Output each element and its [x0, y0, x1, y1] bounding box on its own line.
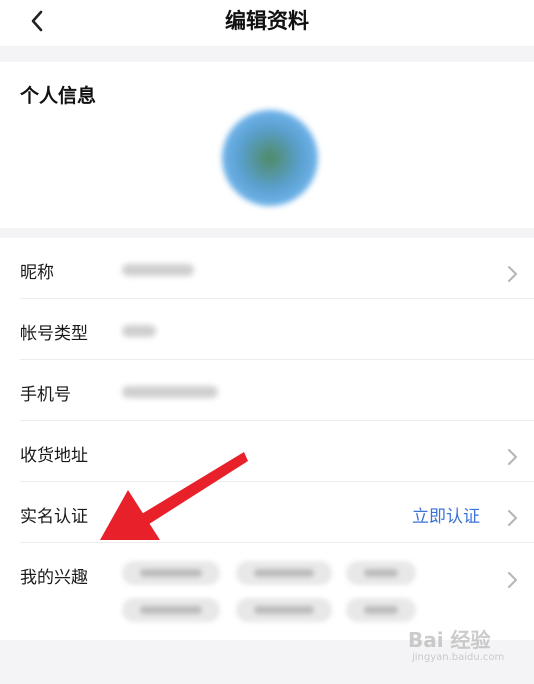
interest-tag	[236, 561, 332, 585]
row-label: 收货地址	[20, 446, 88, 466]
watermark-sub-text: jingyan.baidu.com	[412, 652, 505, 663]
nickname-row[interactable]: 昵称	[0, 238, 534, 299]
top-bar: 编辑资料	[0, 0, 534, 46]
phone-row: 手机号	[0, 360, 534, 421]
info-list: 昵称 帐号类型 手机号 收货地址 实名认证 立即认证 我的兴趣	[0, 238, 534, 640]
chevron-right-icon	[508, 572, 517, 588]
baidu-jingyan-watermark: Bai 经验 jingyan.baidu.com	[408, 624, 518, 670]
row-label: 我的兴趣	[20, 568, 88, 588]
account-type-row: 帐号类型	[0, 299, 534, 360]
interest-tag	[122, 561, 220, 585]
real-name-verification-row[interactable]: 实名认证 立即认证	[0, 482, 534, 543]
watermark-main-text: Bai 经验	[408, 628, 491, 652]
interest-tag	[346, 561, 416, 585]
row-label: 昵称	[20, 263, 54, 283]
avatar[interactable]	[222, 110, 318, 206]
chevron-right-icon	[508, 510, 517, 526]
personal-info-section: 个人信息	[0, 62, 534, 228]
page-title: 编辑资料	[225, 9, 309, 33]
chevron-right-icon	[508, 266, 517, 282]
phone-value-blurred	[122, 386, 218, 398]
row-label: 帐号类型	[20, 324, 88, 344]
row-label: 实名认证	[20, 507, 88, 527]
shipping-address-row[interactable]: 收货地址	[0, 421, 534, 482]
account-type-value-blurred	[122, 325, 156, 337]
interest-tag	[346, 598, 416, 622]
verify-now-link[interactable]: 立即认证	[412, 502, 480, 527]
interest-tag	[236, 598, 332, 622]
section-title: 个人信息	[20, 85, 97, 107]
chevron-right-icon	[508, 449, 517, 465]
interest-tag	[122, 598, 220, 622]
row-label: 手机号	[20, 385, 71, 405]
nickname-value-blurred	[122, 264, 194, 276]
